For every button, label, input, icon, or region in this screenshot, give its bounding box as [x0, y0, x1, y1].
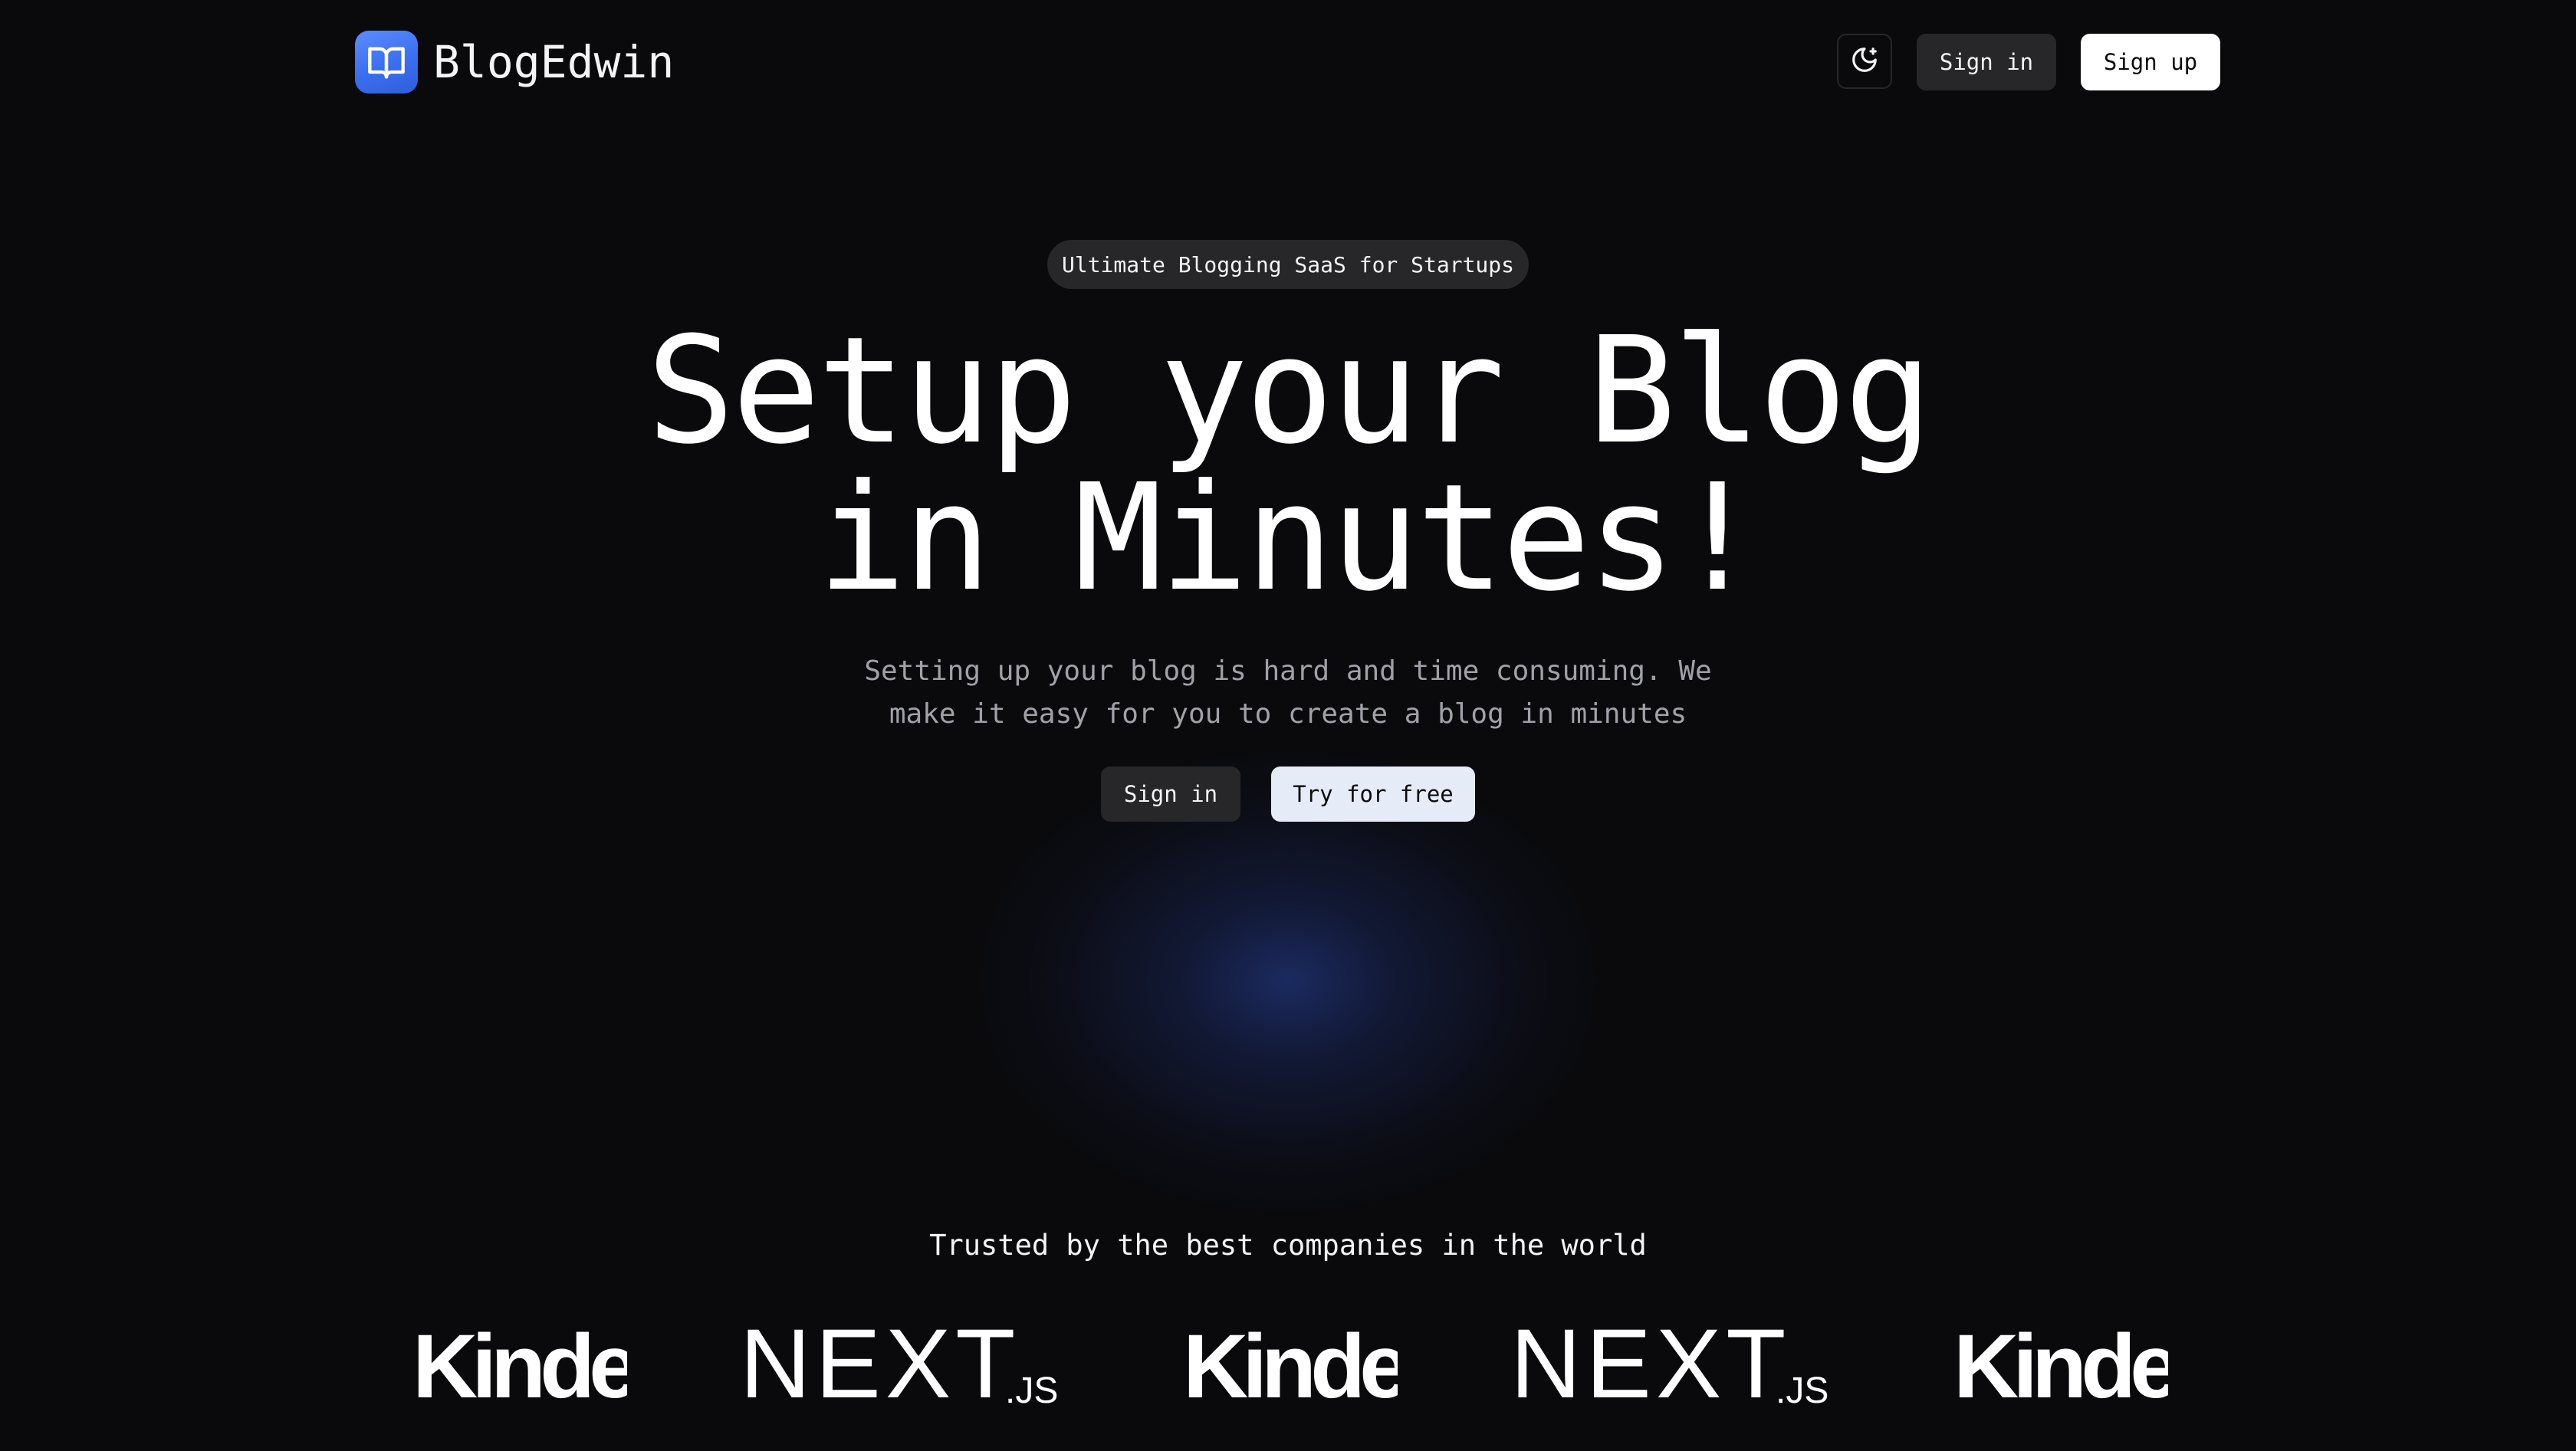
- nextjs-logo: NEXT .JS: [740, 1318, 1070, 1410]
- nav-signin-button[interactable]: Sign in: [1917, 34, 2056, 90]
- kinde-logo-text: Kinde: [412, 1318, 627, 1410]
- hero-badge: Ultimate Blogging SaaS for Startups: [1047, 240, 1529, 289]
- kinde-logo-text: Kinde: [1183, 1318, 1398, 1410]
- nextjs-logo-text: NEXT: [740, 1318, 1020, 1410]
- trusted-heading: Trusted by the best companies in the wor…: [929, 1229, 1647, 1262]
- theme-toggle-button[interactable]: [1837, 34, 1892, 89]
- hero-headline: Setup your Blog in Minutes!: [0, 318, 2576, 612]
- kinde-logo: Kinde: [1953, 1318, 2168, 1410]
- brand-logo-link[interactable]: BlogEdwin: [355, 31, 674, 94]
- hero-subtext: Setting up your blog is hard and time co…: [864, 655, 1712, 730]
- hero-headline-line1: Setup your Blog: [646, 306, 1933, 477]
- try-for-free-button[interactable]: Try for free: [1271, 767, 1475, 822]
- moon-stars-icon: [1850, 45, 1879, 77]
- kinde-logo: Kinde: [412, 1318, 627, 1410]
- hero-signin-button[interactable]: Sign in: [1101, 767, 1240, 822]
- book-open-icon: [355, 31, 418, 94]
- nextjs-logo-suffix: .JS: [1005, 1371, 1058, 1410]
- nav-signup-button[interactable]: Sign up: [2081, 34, 2220, 90]
- nextjs-logo-suffix: .JS: [1776, 1371, 1829, 1410]
- nextjs-logo: NEXT .JS: [1510, 1318, 1840, 1410]
- kinde-logo: Kinde: [1183, 1318, 1398, 1410]
- brand-name: BlogEdwin: [433, 36, 675, 88]
- kinde-logo-text: Kinde: [1953, 1318, 2168, 1410]
- hero-headline-line2: in Minutes!: [817, 453, 1762, 624]
- company-logos: Kinde NEXT .JS Kinde NEXT .JS Kinde: [0, 1318, 2576, 1410]
- nextjs-logo-text: NEXT: [1510, 1318, 1790, 1410]
